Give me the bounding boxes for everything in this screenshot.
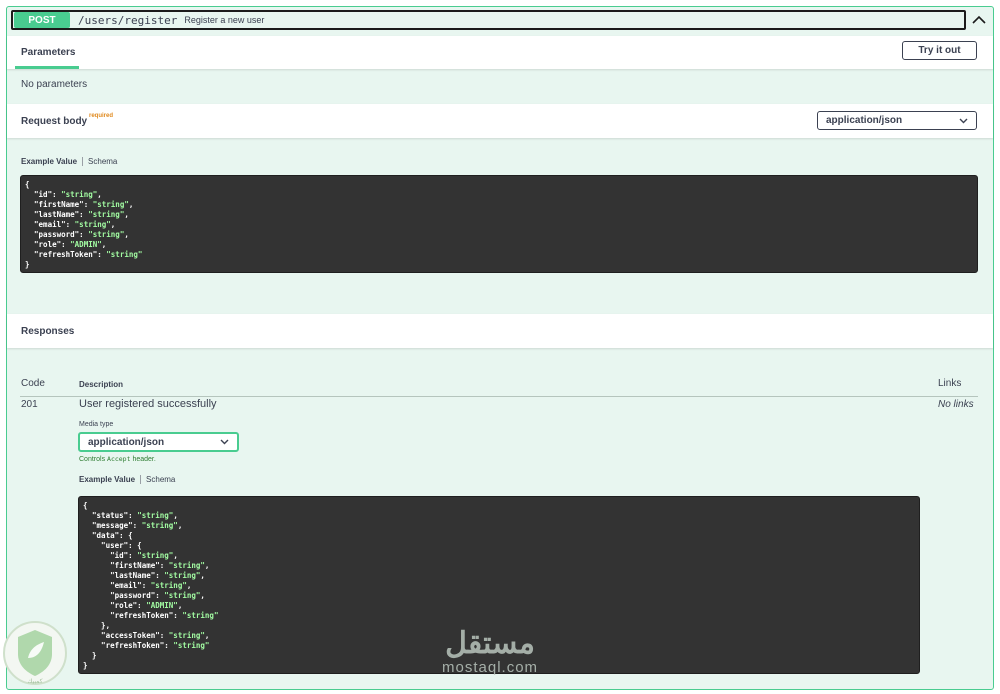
- chevron-down-icon: [959, 118, 968, 123]
- operation-path: /users/register: [78, 13, 178, 27]
- watermark-latin: mostaql.com: [442, 659, 539, 676]
- request-body-header: Request body required application/json: [7, 104, 993, 138]
- parameters-tab-underline: [15, 66, 79, 69]
- controls-accept-note: Controls Accept header.: [79, 455, 156, 463]
- response-media-type-select[interactable]: application/json: [78, 432, 239, 452]
- operation-summary[interactable]: POST /users/register Register a new user: [11, 10, 966, 30]
- response-description: User registered successfully: [79, 398, 217, 410]
- parameters-tab[interactable]: Parameters: [21, 47, 75, 58]
- parameters-header: Parameters Try it out: [7, 36, 993, 69]
- request-example-code[interactable]: { "id": "string", "firstName": "string",…: [20, 175, 978, 273]
- watermark-arabic: مستقل: [445, 627, 535, 660]
- svg-text:كمبيك: كمبيك: [27, 678, 42, 685]
- operation-block: POST /users/register Register a new user…: [6, 6, 994, 690]
- request-example-tabs: Example Value Schema: [21, 157, 117, 166]
- mostaql-watermark: مستقل mostaql.com: [442, 627, 539, 677]
- try-it-out-button[interactable]: Try it out: [902, 41, 977, 60]
- chevron-down-icon: [220, 439, 229, 445]
- operation-summary-text: Register a new user: [184, 15, 265, 25]
- controls-suffix: header.: [132, 456, 156, 463]
- response-example-tabs: Example Value Schema: [79, 475, 175, 484]
- controls-prefix: Controls: [79, 456, 106, 463]
- tab-example-value[interactable]: Example Value: [79, 475, 135, 484]
- response-code: 201: [21, 399, 38, 410]
- response-links: No links: [938, 399, 974, 410]
- responses-header: Responses: [7, 314, 993, 348]
- required-badge: required: [89, 113, 114, 119]
- responses-title: Responses: [21, 326, 75, 337]
- request-body-title: Request body required: [21, 113, 113, 127]
- no-parameters-text: No parameters: [21, 79, 88, 90]
- http-method-badge: POST: [14, 12, 70, 28]
- collapse-button[interactable]: [969, 10, 989, 30]
- request-content-type-select[interactable]: application/json: [817, 111, 977, 130]
- responses-table-header: Code Description Links: [20, 371, 978, 397]
- tab-divider: [82, 157, 84, 166]
- request-body-title-text: Request body: [21, 116, 88, 127]
- media-type-label: Media type: [79, 421, 114, 428]
- shield-logo-icon: كمبيك: [3, 621, 67, 685]
- response-media-type-value: application/json: [88, 436, 165, 448]
- column-code: Code: [21, 378, 45, 389]
- tab-schema[interactable]: Schema: [88, 157, 117, 166]
- tab-example-value[interactable]: Example Value: [21, 157, 77, 166]
- column-links: Links: [938, 378, 962, 389]
- request-content-type-value: application/json: [826, 115, 903, 126]
- controls-code: Accept: [107, 455, 131, 463]
- tab-schema[interactable]: Schema: [146, 475, 175, 484]
- chevron-up-icon: [972, 15, 986, 24]
- tab-divider: [140, 475, 142, 484]
- column-description: Description: [79, 380, 124, 389]
